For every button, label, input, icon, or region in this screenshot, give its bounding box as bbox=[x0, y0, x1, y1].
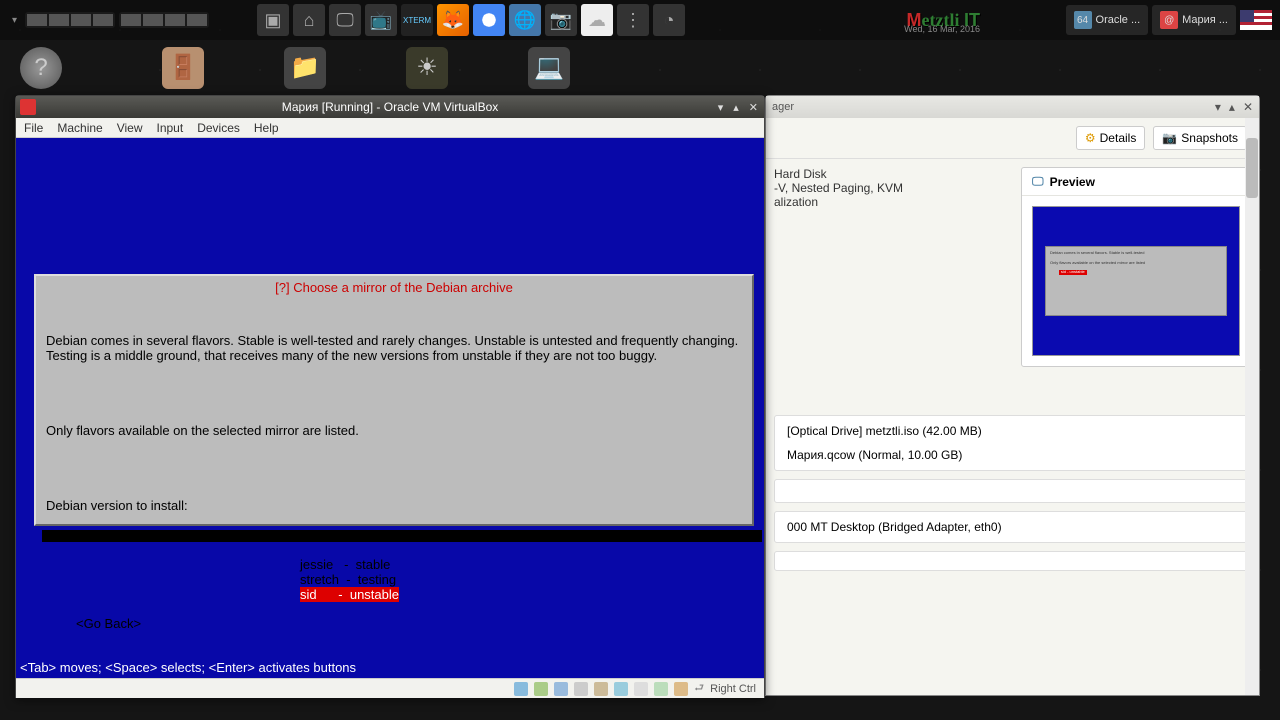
vm-minimize-icon[interactable]: ▾ bbox=[718, 101, 724, 114]
keyboard-layout-flag[interactable] bbox=[1240, 10, 1272, 30]
aztec-icon[interactable]: ☀ bbox=[406, 47, 448, 89]
manager-titlebar[interactable]: ager ▾ ▴ ✕ bbox=[766, 96, 1259, 118]
menu-machine[interactable]: Machine bbox=[57, 121, 102, 135]
dialog-shadow bbox=[42, 530, 762, 542]
option-jessie[interactable]: jessie - stable bbox=[300, 557, 742, 572]
vm-statusbar: ⮐ Right Ctrl bbox=[16, 678, 764, 698]
details-tab[interactable]: ⚙Details bbox=[1076, 126, 1145, 150]
weather-icon[interactable]: ☁ bbox=[581, 4, 613, 36]
door-icon[interactable]: 🚪 bbox=[162, 47, 204, 89]
vm-running-window: Мария [Running] - Oracle VM VirtualBox ▾… bbox=[15, 95, 765, 698]
dialog-prompt: Debian version to install: bbox=[46, 498, 742, 513]
camera-icon[interactable]: 📷 bbox=[545, 4, 577, 36]
preview-thumbnail[interactable]: Debian comes in several flavors. Stable … bbox=[1032, 206, 1240, 356]
dialog-title: [?] Choose a mirror of the Debian archiv… bbox=[271, 280, 517, 295]
preview-title: Preview bbox=[1050, 175, 1095, 189]
vm-info-line: Hard Disk bbox=[774, 167, 1005, 181]
dialog-paragraph: Only flavors available on the selected m… bbox=[46, 423, 742, 438]
network-adapter-info: 000 MT Desktop (Bridged Adapter, eth0) bbox=[787, 520, 1238, 534]
menu-view[interactable]: View bbox=[117, 121, 143, 135]
status-shared-icon[interactable] bbox=[594, 682, 608, 696]
terminal-icon[interactable]: ▣ bbox=[257, 4, 289, 36]
maximize-icon[interactable]: ▴ bbox=[1229, 100, 1235, 114]
scrollbar[interactable] bbox=[1245, 118, 1259, 695]
preview-panel: 🖵Preview Debian comes in several flavors… bbox=[1021, 167, 1251, 367]
vm-menubar: File Machine View Input Devices Help bbox=[16, 118, 764, 138]
menu-arrow-icon[interactable]: ▾ bbox=[12, 15, 17, 26]
option-stretch[interactable]: stretch - testing bbox=[300, 572, 742, 587]
close-icon[interactable]: ✕ bbox=[1243, 100, 1253, 114]
menu-devices[interactable]: Devices bbox=[197, 121, 240, 135]
vm-info-line: -V, Nested Paging, KVM bbox=[774, 181, 1005, 195]
vm-close-icon[interactable]: ✕ bbox=[749, 101, 758, 114]
system-taskbar: ▾ ▣ ⌂ 🖵 📺 XTERM 🦊 🌐 📷 ☁ ⋮ ◔ Metztli IT W… bbox=[0, 0, 1280, 40]
monitor-icon[interactable]: 🖵 bbox=[329, 4, 361, 36]
vm-maximize-icon[interactable]: ▴ bbox=[733, 101, 739, 114]
xterm-icon[interactable]: XTERM bbox=[401, 4, 433, 36]
taskbar-app-vm[interactable]: @Мария ... bbox=[1152, 5, 1236, 35]
optical-drive-info: [Optical Drive] metztli.iso (42.00 MB) bbox=[787, 424, 1238, 438]
menu-help[interactable]: Help bbox=[254, 121, 279, 135]
audio-section bbox=[774, 479, 1251, 503]
clock[interactable]: Wed, 16 Mar, 2016 bbox=[904, 24, 980, 34]
snapshots-tab[interactable]: 📷Snapshots bbox=[1153, 126, 1247, 150]
installer-dialog: [?] Choose a mirror of the Debian archiv… bbox=[34, 274, 754, 526]
app-icon[interactable]: ⌂ bbox=[293, 4, 325, 36]
vm-info-line: alization bbox=[774, 195, 1005, 209]
vm-titlebar[interactable]: Мария [Running] - Oracle VM VirtualBox ▾… bbox=[16, 96, 764, 118]
gauge-icon[interactable]: ◔ bbox=[653, 4, 685, 36]
files-icon[interactable]: 📁 bbox=[284, 47, 326, 89]
host-key-label: Right Ctrl bbox=[710, 683, 756, 695]
network-section: 000 MT Desktop (Bridged Adapter, eth0) bbox=[774, 511, 1251, 543]
extra-section bbox=[774, 551, 1251, 571]
option-sid-selected[interactable]: sid - unstable bbox=[300, 587, 399, 602]
workspace-switcher-2[interactable] bbox=[119, 12, 209, 28]
minimize-icon[interactable]: ▾ bbox=[1215, 100, 1221, 114]
laptop-icon[interactable]: 💻 bbox=[528, 47, 570, 89]
workspace-switcher[interactable] bbox=[25, 12, 115, 28]
status-display-icon[interactable] bbox=[614, 682, 628, 696]
virtualbox-manager-window: ager ▾ ▴ ✕ ⚙Details 📷Snapshots Hard Disk… bbox=[765, 95, 1260, 696]
go-back-button[interactable]: <Go Back> bbox=[76, 616, 742, 631]
firefox-icon[interactable]: 🦊 bbox=[437, 4, 469, 36]
status-capture-icon[interactable] bbox=[634, 682, 648, 696]
storage-section: [Optical Drive] metztli.iso (42.00 MB) М… bbox=[774, 415, 1251, 471]
menu-input[interactable]: Input bbox=[157, 121, 184, 135]
disk-info: Мария.qcow (Normal, 10.00 GB) bbox=[787, 448, 1238, 462]
desktop-dock: ? 🚪 📁 ☀ 💻 bbox=[0, 40, 1280, 95]
status-usb-icon[interactable] bbox=[574, 682, 588, 696]
status-net-icon[interactable] bbox=[554, 682, 568, 696]
version-options: jessie - stable stretch - testing sid - … bbox=[300, 557, 742, 602]
status-disk-icon[interactable] bbox=[514, 682, 528, 696]
globe-icon[interactable]: 🌐 bbox=[509, 4, 541, 36]
status-rec-icon[interactable] bbox=[654, 682, 668, 696]
help-icon[interactable]: ? bbox=[20, 47, 62, 89]
scroll-thumb[interactable] bbox=[1246, 138, 1258, 198]
notify-icon[interactable]: ⋮ bbox=[617, 4, 649, 36]
vm-guest-display[interactable]: [?] Choose a mirror of the Debian archiv… bbox=[16, 138, 764, 678]
dialog-paragraph: Debian comes in several flavors. Stable … bbox=[46, 333, 742, 363]
status-mouse-icon[interactable] bbox=[674, 682, 688, 696]
taskbar-app-oracle[interactable]: 64Oracle ... bbox=[1066, 5, 1149, 35]
manager-title-text: ager bbox=[772, 101, 794, 113]
menu-file[interactable]: File bbox=[24, 121, 43, 135]
vm-app-icon bbox=[20, 99, 36, 115]
chromium-icon[interactable] bbox=[473, 4, 505, 36]
tv-icon[interactable]: 📺 bbox=[365, 4, 397, 36]
vm-window-title: Мария [Running] - Oracle VM VirtualBox bbox=[282, 100, 499, 114]
key-hint: <Tab> moves; <Space> selects; <Enter> ac… bbox=[16, 660, 764, 678]
status-optical-icon[interactable] bbox=[534, 682, 548, 696]
